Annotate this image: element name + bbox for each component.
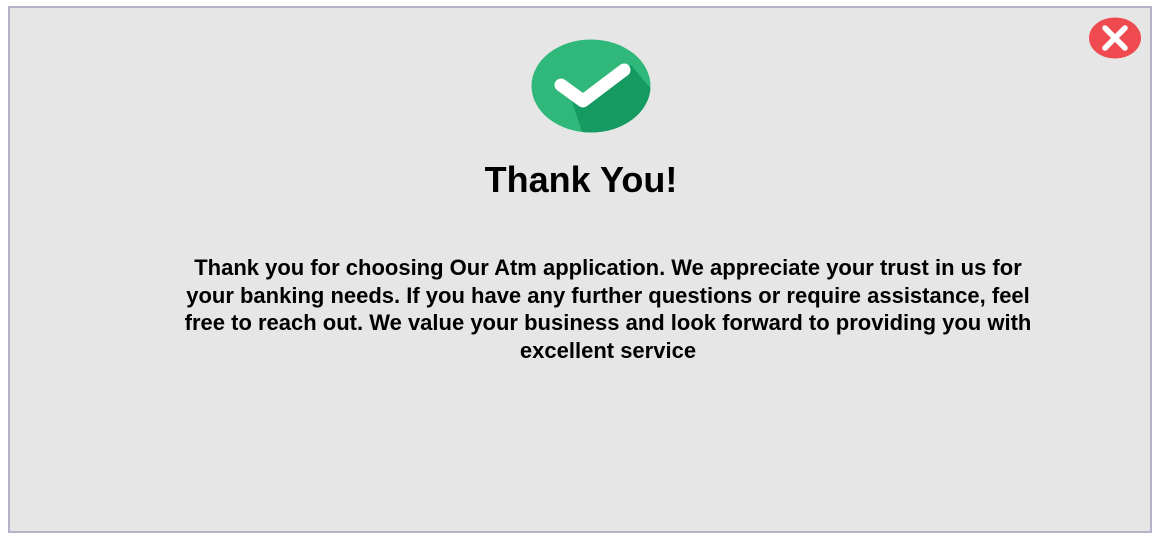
close-icon — [1089, 17, 1141, 59]
close-button[interactable] — [1088, 17, 1142, 59]
dialog-title: Thank You! — [484, 159, 678, 200]
success-check-icon — [531, 39, 651, 133]
dialog-message: Thank you for choosing Our Atm applicati… — [184, 255, 1032, 363]
